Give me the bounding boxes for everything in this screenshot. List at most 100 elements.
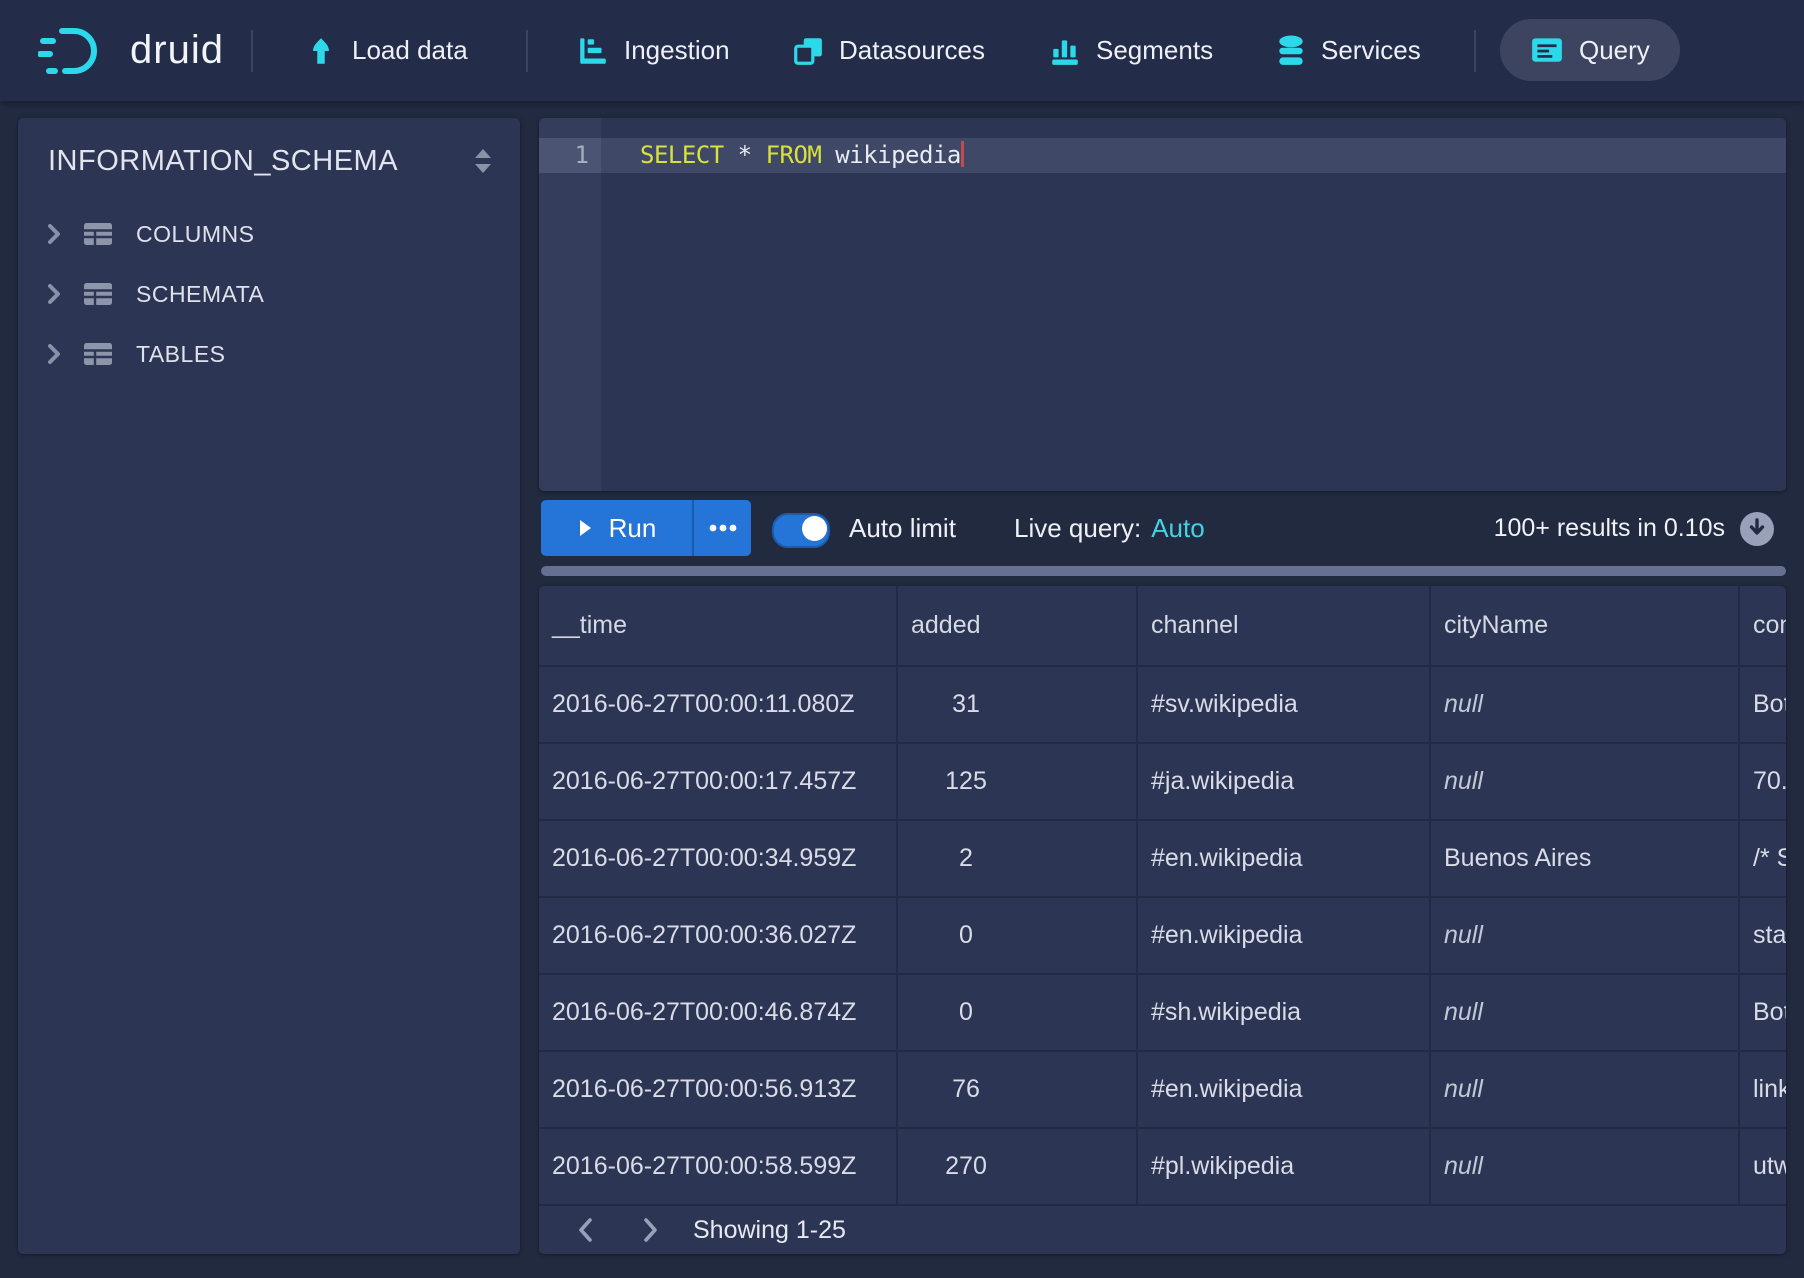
chevron-right-icon [643, 1217, 659, 1243]
nav-item-label: Services [1321, 35, 1421, 66]
table-cell[interactable]: /* S [1740, 821, 1786, 898]
live-query-value[interactable]: Auto [1151, 513, 1205, 544]
table-cell[interactable]: 2016-06-27T00:00:34.959Z [539, 821, 898, 898]
table-cell[interactable]: 2016-06-27T00:00:58.599Z [539, 1129, 898, 1206]
table-row: 2016-06-27T00:00:17.457Z125#ja.wikipedia… [539, 744, 1786, 821]
table-cell[interactable]: 0 [898, 975, 1138, 1052]
column-header-cityName[interactable]: cityName [1431, 586, 1740, 667]
table-cell[interactable]: #en.wikipedia [1138, 821, 1431, 898]
pagination-status: Showing 1-25 [693, 1216, 846, 1245]
table-cell[interactable]: null [1431, 667, 1740, 744]
nav-item-label: Load data [352, 35, 468, 66]
run-button[interactable]: Run [541, 500, 692, 556]
table-cell[interactable]: #en.wikipedia [1138, 898, 1431, 975]
table-cell[interactable]: 2016-06-27T00:00:46.874Z [539, 975, 898, 1052]
column-header-comment[interactable]: comment [1740, 586, 1786, 667]
prev-page-button[interactable] [565, 1210, 605, 1250]
column-header-added[interactable]: added [898, 586, 1138, 667]
auto-limit-label: Auto limit [849, 491, 956, 566]
panel-resize-handle[interactable] [541, 566, 1786, 576]
table-cell[interactable]: 2016-06-27T00:00:36.027Z [539, 898, 898, 975]
nav-item-segments[interactable]: Segments [1049, 0, 1213, 101]
sql-token: wikipedia [821, 141, 961, 169]
top-navbar: druid Load data Ingestion [0, 0, 1804, 101]
table-row: 2016-06-27T00:00:58.599Z270#pl.wikipedia… [539, 1129, 1786, 1206]
nav-divider [1474, 30, 1476, 72]
tree-item-label: SCHEMATA [136, 281, 264, 308]
table-cell[interactable]: sta [1740, 898, 1786, 975]
live-query-label: Live query: Auto [1014, 491, 1205, 566]
table-row: 2016-06-27T00:00:34.959Z2#en.wikipediaBu… [539, 821, 1786, 898]
table-cell[interactable]: 2016-06-27T00:00:17.457Z [539, 744, 898, 821]
table-cell[interactable]: Bot [1740, 975, 1786, 1052]
chevron-right-icon [46, 222, 62, 246]
tree-item-columns[interactable]: COLUMNS [18, 204, 520, 264]
nav-item-ingestion[interactable]: Ingestion [577, 0, 730, 101]
nav-item-label: Datasources [839, 35, 985, 66]
tree-item-tables[interactable]: TABLES [18, 324, 520, 384]
ingestion-icon [577, 36, 609, 66]
table-cell[interactable]: null [1431, 744, 1740, 821]
nav-item-load-data[interactable]: Load data [305, 0, 468, 101]
datasources-icon [792, 36, 824, 66]
next-page-button[interactable] [631, 1210, 671, 1250]
table-cell[interactable]: Buenos Aires [1431, 821, 1740, 898]
sql-editor[interactable]: 1 SELECT * FROM wikipedia [539, 118, 1786, 491]
table-cell[interactable]: link [1740, 1052, 1786, 1129]
auto-limit-toggle[interactable] [772, 513, 830, 548]
results-table-body: 2016-06-27T00:00:11.080Z31#sv.wikipedian… [539, 667, 1786, 1206]
druid-logo-icon [38, 22, 114, 80]
nav-item-services[interactable]: Services [1276, 0, 1421, 101]
table-icon [82, 220, 114, 248]
run-bar: Run Auto limit Live query: Auto 100+ res… [0, 491, 1804, 566]
query-icon [1530, 35, 1564, 65]
table-cell[interactable]: #sh.wikipedia [1138, 975, 1431, 1052]
table-cell[interactable]: 0 [898, 898, 1138, 975]
table-cell[interactable]: 31 [898, 667, 1138, 744]
run-more-button[interactable] [692, 500, 751, 556]
tree-item-label: COLUMNS [136, 221, 255, 248]
column-header-channel[interactable]: channel [1138, 586, 1431, 667]
table-cell[interactable]: null [1431, 1052, 1740, 1129]
download-button[interactable] [1740, 512, 1774, 546]
segments-icon [1049, 36, 1081, 66]
table-cell[interactable]: 70. [1740, 744, 1786, 821]
tree-item-label: TABLES [136, 341, 226, 368]
chevron-right-icon [46, 342, 62, 366]
table-cell[interactable]: 2016-06-27T00:00:11.080Z [539, 667, 898, 744]
chevron-left-icon [577, 1217, 593, 1243]
table-cell[interactable]: #sv.wikipedia [1138, 667, 1431, 744]
results-summary: 100+ results in 0.10s [1494, 491, 1725, 566]
table-cell[interactable]: Bot [1740, 667, 1786, 744]
table-cell[interactable]: 270 [898, 1129, 1138, 1206]
druid-logo[interactable]: druid [38, 0, 224, 101]
tree-item-schemata[interactable]: SCHEMATA [18, 264, 520, 324]
table-cell[interactable]: 2016-06-27T00:00:56.913Z [539, 1052, 898, 1129]
text-cursor [961, 141, 964, 167]
column-header-time[interactable]: __time [539, 586, 898, 667]
double-caret-vertical-icon[interactable] [472, 147, 494, 175]
sql-token: SELECT [640, 141, 724, 169]
table-cell[interactable]: 125 [898, 744, 1138, 821]
chevron-right-icon [46, 282, 62, 306]
schema-panel-header: INFORMATION_SCHEMA [18, 118, 520, 204]
nav-item-datasources[interactable]: Datasources [792, 0, 985, 101]
schema-tree: COLUMNS SCHEMATA [18, 204, 520, 384]
toggle-knob [802, 516, 827, 541]
schema-title: INFORMATION_SCHEMA [48, 145, 472, 178]
table-cell[interactable]: 76 [898, 1052, 1138, 1129]
results-table: __timeaddedchannelcityNamecomment 2016-0… [539, 586, 1786, 1206]
table-cell[interactable]: null [1431, 1129, 1740, 1206]
table-cell[interactable]: utw [1740, 1129, 1786, 1206]
table-cell[interactable]: #ja.wikipedia [1138, 744, 1431, 821]
sql-line: SELECT * FROM wikipedia [640, 138, 964, 173]
results-table-header: __timeaddedchannelcityNamecomment [539, 586, 1786, 667]
nav-item-query[interactable]: Query [1500, 19, 1680, 81]
table-cell[interactable]: null [1431, 975, 1740, 1052]
table-cell[interactable]: 2 [898, 821, 1138, 898]
table-cell[interactable]: null [1431, 898, 1740, 975]
nav-item-label: Query [1579, 35, 1650, 66]
table-cell[interactable]: #en.wikipedia [1138, 1052, 1431, 1129]
services-icon [1276, 35, 1306, 67]
table-cell[interactable]: #pl.wikipedia [1138, 1129, 1431, 1206]
